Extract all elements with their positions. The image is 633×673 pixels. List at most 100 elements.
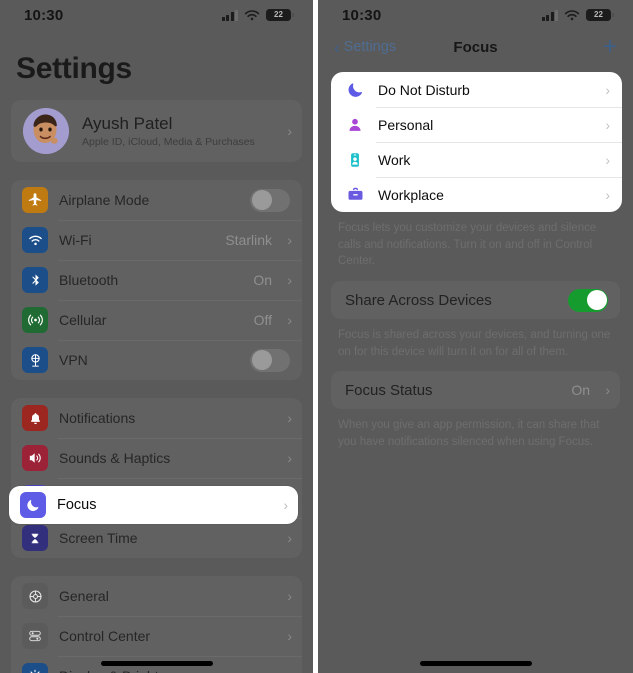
cellular-bars-icon (221, 9, 238, 21)
chevron-left-icon: ‹ (334, 37, 340, 57)
chevron-right-icon: › (605, 382, 610, 399)
plus-icon[interactable]: + (603, 35, 617, 59)
general-gear-icon (22, 583, 48, 609)
id-badge-icon (344, 152, 366, 168)
sidebar-item-focus-highlighted[interactable]: Focus › (9, 486, 298, 524)
row-label: VPN (59, 352, 88, 368)
status-bar-left: 10:30 22 (0, 0, 313, 30)
focus-status-row[interactable]: Focus Status On › (331, 371, 620, 409)
focus-mode-do-not-disturb[interactable]: Do Not Disturb › (331, 72, 622, 107)
home-indicator-right (419, 661, 532, 666)
display-brightness-icon (22, 663, 48, 673)
right-phone-focus-screen: 10:30 22 ‹ Settings Focus + Do Not Distu… (318, 0, 633, 673)
chevron-right-icon: › (287, 312, 292, 328)
sounds-speaker-icon (22, 445, 48, 471)
share-across-devices-label: Share Across Devices (345, 291, 492, 309)
account-name: Ayush Patel (82, 114, 173, 134)
wifi-icon (22, 227, 48, 253)
focus-mode-workplace[interactable]: Workplace › (331, 177, 622, 212)
account-subtitle: Apple ID, iCloud, Media & Purchases (82, 135, 255, 148)
focus-modes-card: Do Not Disturb › Personal › Work › Workp… (331, 72, 622, 212)
chevron-right-icon: › (287, 628, 292, 644)
chevron-right-icon: › (283, 497, 288, 513)
focus-mode-label: Workplace (378, 186, 444, 203)
share-across-devices-toggle[interactable] (568, 288, 608, 312)
focus-status-value: On (571, 382, 590, 399)
row-label: Cellular (59, 312, 107, 328)
focus-mode-label: Personal (378, 116, 434, 133)
chevron-right-icon: › (287, 272, 292, 288)
focus-status-group: Focus Status On › (331, 371, 620, 410)
notifications-bell-icon (22, 405, 48, 431)
account-group: Ayush Patel Apple ID, iCloud, Media & Pu… (11, 100, 302, 162)
chevron-right-icon: › (278, 668, 292, 673)
chevron-right-icon: › (605, 151, 610, 168)
focus-moon-icon (20, 492, 46, 518)
battery-icon: 22 (266, 9, 294, 21)
left-phone-settings-screen: 10:30 22 Settings Ayush Patel Apple ID, … (0, 0, 313, 673)
wifi-icon (244, 9, 260, 21)
focus-mode-personal[interactable]: Personal › (331, 107, 622, 142)
control-center-icon (22, 623, 48, 649)
account-row[interactable]: Ayush Patel Apple ID, iCloud, Media & Pu… (11, 100, 302, 162)
chevron-right-icon: › (287, 530, 292, 546)
row-label: Sounds & Haptics (59, 450, 171, 466)
chevron-right-icon: › (287, 410, 292, 426)
share-footnote: Focus is shared across your devices, and… (338, 329, 611, 358)
home-indicator-left (100, 661, 213, 666)
chevron-right-icon: › (287, 588, 292, 604)
status-bar-time: 10:30 (342, 6, 382, 24)
screen-time-hourglass-icon (22, 525, 48, 551)
sidebar-item-vpn[interactable]: VPN (11, 340, 302, 380)
status-bar-indicators: 22 (221, 9, 294, 21)
row-label: Screen Time (59, 530, 138, 546)
memoji-avatar (23, 108, 69, 154)
cellular-bars-icon (541, 9, 558, 21)
chevron-right-icon: › (287, 232, 292, 248)
focus-mode-label: Do Not Disturb (378, 81, 470, 98)
row-label: Bluetooth (59, 272, 119, 288)
status-footnote: When you give an app permission, it can … (338, 419, 600, 449)
sidebar-item-control-center[interactable]: Control Center › (11, 616, 302, 656)
row-label: Notifications (59, 410, 136, 426)
cellular-value: Off (253, 312, 272, 328)
sidebar-item-bluetooth[interactable]: Bluetooth On › (11, 260, 302, 300)
connectivity-group: Airplane Mode Wi-Fi Starlink › Bluetooth… (11, 180, 302, 380)
navigation-bar: ‹ Settings Focus + (318, 30, 633, 64)
share-across-devices-group: Share Across Devices (331, 281, 620, 320)
focus-mode-label: Work (378, 151, 411, 168)
focus-mode-work[interactable]: Work › (331, 142, 622, 177)
system-group: General › Control Center › Display & Bri… (11, 576, 302, 673)
vpn-toggle[interactable] (250, 348, 290, 372)
row-label: Display & Brightness (59, 668, 278, 673)
dual-screenshot-container: 10:30 22 Settings Ayush Patel Apple ID, … (0, 0, 633, 673)
focus-status-label: Focus Status (345, 381, 433, 399)
sidebar-item-general[interactable]: General › (11, 576, 302, 616)
status-bar-indicators: 22 (541, 9, 614, 21)
wifi-icon (564, 9, 580, 21)
chevron-right-icon: › (287, 123, 292, 139)
sidebar-item-cellular[interactable]: Cellular Off › (11, 300, 302, 340)
battery-icon: 22 (586, 9, 614, 21)
moon-icon (344, 81, 366, 98)
focus-footnote: Focus lets you customize your devices an… (338, 222, 597, 268)
back-button[interactable]: ‹ Settings (334, 39, 396, 56)
chevron-right-icon: › (605, 81, 610, 98)
vpn-globe-icon (22, 347, 48, 373)
back-button-label: Settings (343, 39, 397, 55)
chevron-right-icon: › (287, 450, 292, 466)
sidebar-item-airplane-mode[interactable]: Airplane Mode (11, 180, 302, 220)
airplane-mode-toggle[interactable] (250, 188, 290, 212)
bluetooth-value: On (253, 272, 272, 288)
chevron-right-icon: › (605, 116, 610, 133)
person-icon (344, 117, 366, 133)
sidebar-item-screen-time[interactable]: Screen Time › (11, 518, 302, 558)
sidebar-item-notifications[interactable]: Notifications › (11, 398, 302, 438)
sidebar-item-wifi[interactable]: Wi-Fi Starlink › (11, 220, 302, 260)
share-across-devices-row[interactable]: Share Across Devices (331, 281, 620, 319)
account-text: Ayush Patel Apple ID, iCloud, Media & Pu… (82, 114, 278, 148)
cellular-icon (22, 307, 48, 333)
chevron-right-icon: › (605, 186, 610, 203)
status-bar-right: 10:30 22 (318, 0, 633, 30)
sidebar-item-sounds-haptics[interactable]: Sounds & Haptics › (11, 438, 302, 478)
